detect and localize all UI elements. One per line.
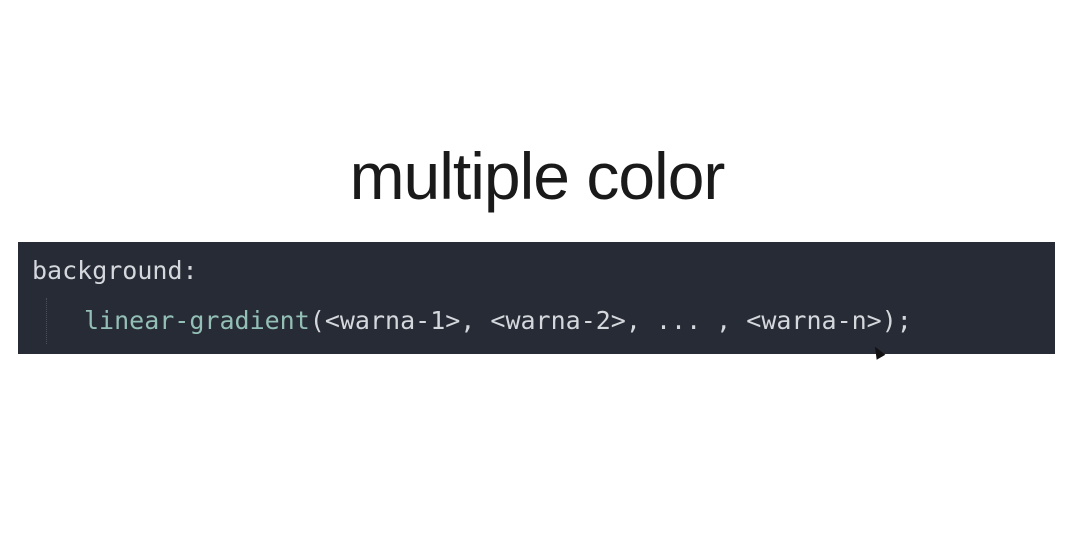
indent-guide (46, 298, 47, 344)
code-arguments: (<warna-1>, <warna-2>, ... , <warna-n>); (309, 306, 912, 335)
slide-title: multiple color (349, 139, 726, 213)
code-function-name: linear-gradient (84, 306, 310, 335)
code-value-line: linear-gradient(<warna-1>, <warna-2>, ..… (84, 306, 912, 335)
code-property: background: (32, 256, 198, 285)
code-block: background: linear-gradient(<warna-1>, <… (18, 242, 1055, 354)
